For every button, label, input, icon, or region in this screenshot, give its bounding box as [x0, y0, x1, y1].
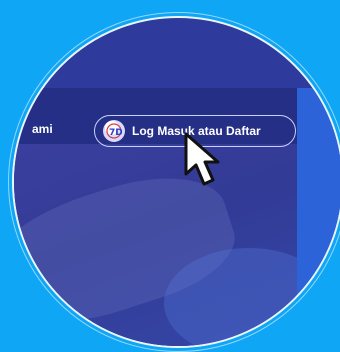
page-edge	[297, 88, 340, 346]
mouse-pointer-icon	[184, 132, 220, 186]
zoom-magnifier: ami 7D Log Masuk atau Daftar	[12, 16, 340, 348]
svg-text:7D: 7D	[109, 128, 122, 138]
logo-badge-icon-graphic: 7D	[106, 123, 122, 139]
nav-link-partial[interactable]: ami	[32, 122, 53, 136]
logo-badge-icon: 7D	[103, 120, 125, 142]
